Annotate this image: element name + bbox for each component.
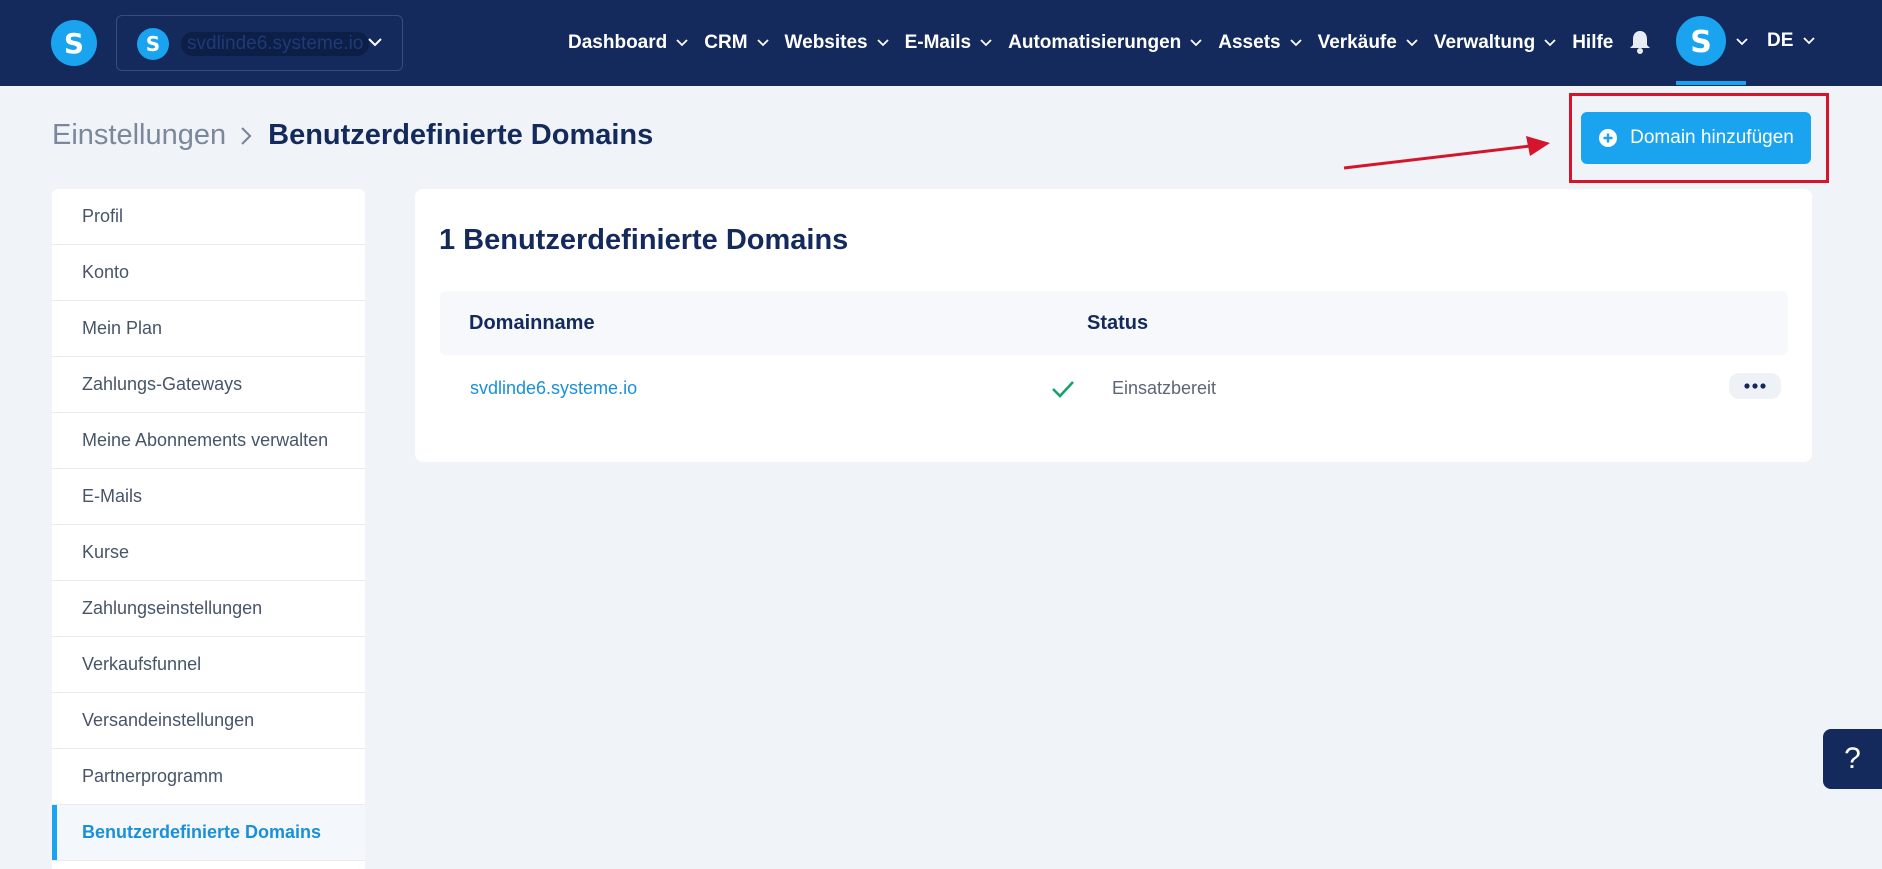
question-mark-icon: ? bbox=[1844, 742, 1861, 775]
sidebar-item-versandeinstellungen[interactable]: Versandeinstellungen bbox=[52, 693, 365, 749]
table-row: svdlinde6.systeme.io Einsatzbereit bbox=[440, 355, 1788, 423]
nav-label: Hilfe bbox=[1572, 32, 1614, 53]
chevron-down-icon bbox=[876, 39, 889, 47]
sidebar-item-konto[interactable]: Konto bbox=[52, 245, 365, 301]
nav-automatisierungen[interactable]: Automatisierungen bbox=[1008, 32, 1202, 54]
chevron-down-icon bbox=[1190, 39, 1202, 47]
sidebar-item-label: Konto bbox=[82, 262, 130, 282]
table-header: Domainname Status bbox=[440, 291, 1788, 355]
sidebar-item-label: Profil bbox=[82, 206, 124, 226]
systeme-logo-icon[interactable]: S bbox=[51, 20, 97, 66]
add-domain-button[interactable]: Domain hinzufügen bbox=[1581, 112, 1811, 164]
chevron-down-icon[interactable] bbox=[1736, 38, 1748, 46]
avatar[interactable]: S bbox=[1676, 16, 1726, 66]
sidebar-item-custom-domains[interactable]: Benutzerdefinierte Domains bbox=[52, 805, 365, 861]
site-selector[interactable]: S svdlinde6.systeme.io bbox=[116, 15, 403, 71]
bell-icon[interactable] bbox=[1628, 29, 1652, 55]
nav-websites[interactable]: Websites bbox=[785, 32, 889, 54]
sidebar-item-zahlungs-gateways[interactable]: Zahlungs-Gateways bbox=[52, 357, 365, 413]
sidebar-item-label: E-Mails bbox=[82, 486, 143, 506]
nav-verwaltung[interactable]: Verwaltung bbox=[1434, 32, 1556, 54]
plus-circle-icon bbox=[1599, 129, 1618, 147]
sidebar-item-verkaufsfunnel[interactable]: Verkaufsfunnel bbox=[52, 637, 365, 693]
site-name: svdlinde6.systeme.io bbox=[181, 32, 370, 56]
settings-sidebar: Profil Konto Mein Plan Zahlungs-Gateways… bbox=[52, 189, 365, 869]
more-options-button[interactable] bbox=[1729, 373, 1781, 399]
nav-label: CRM bbox=[704, 32, 748, 53]
status-text: Einsatzbereit bbox=[1112, 378, 1217, 398]
chevron-down-icon bbox=[676, 39, 688, 47]
language-selector[interactable]: DE bbox=[1767, 30, 1816, 52]
add-domain-label: Domain hinzufügen bbox=[1630, 127, 1794, 148]
column-header-status: Status bbox=[1087, 312, 1149, 334]
sidebar-item-label: Verkaufsfunnel bbox=[82, 654, 202, 674]
nav-assets[interactable]: Assets bbox=[1218, 32, 1302, 54]
sidebar-item-profil[interactable]: Profil bbox=[52, 189, 365, 245]
domain-link[interactable]: svdlinde6.systeme.io bbox=[470, 378, 637, 399]
card-title: 1 Benutzerdefinierte Domains bbox=[439, 224, 849, 256]
sidebar-item-label: Kurse bbox=[82, 542, 130, 562]
sidebar-item-emails[interactable]: E-Mails bbox=[52, 469, 365, 525]
sidebar-item-partnerprogramm[interactable]: Partnerprogramm bbox=[52, 749, 365, 805]
check-icon bbox=[1052, 381, 1074, 398]
avatar-active-indicator bbox=[1676, 81, 1746, 85]
sidebar-item-label: Partnerprogramm bbox=[82, 766, 224, 786]
sidebar-item-label: Meine Abonnements verwalten bbox=[82, 430, 329, 450]
nav-label: Assets bbox=[1218, 32, 1281, 53]
more-horizontal-icon bbox=[1744, 383, 1766, 389]
chevron-down-icon bbox=[756, 39, 769, 47]
nav-label: Dashboard bbox=[568, 32, 668, 53]
chevron-down-icon bbox=[1803, 37, 1816, 45]
svg-text:S: S bbox=[146, 33, 160, 55]
sidebar-item-zahlungseinstellungen[interactable]: Zahlungseinstellungen bbox=[52, 581, 365, 637]
svg-text:S: S bbox=[64, 28, 84, 58]
chevron-right-icon bbox=[241, 126, 252, 145]
nav-label: Websites bbox=[784, 32, 868, 53]
chevron-down-icon bbox=[980, 39, 992, 47]
annotation-arrow bbox=[1343, 136, 1550, 170]
nav-verkaeufe[interactable]: Verkäufe bbox=[1318, 32, 1418, 54]
nav-crm[interactable]: CRM bbox=[704, 32, 769, 54]
nav-dashboard[interactable]: Dashboard bbox=[568, 32, 688, 54]
sidebar-item-kurse[interactable]: Kurse bbox=[52, 525, 365, 581]
sidebar-item-label: Zahlungseinstellungen bbox=[82, 598, 263, 618]
nav-emails[interactable]: E-Mails bbox=[905, 32, 993, 54]
sidebar-item-label: Zahlungs-Gateways bbox=[82, 374, 243, 394]
sidebar-item-abonnements[interactable]: Meine Abonnements verwalten bbox=[52, 413, 365, 469]
breadcrumb-parent[interactable]: Einstellungen bbox=[52, 119, 226, 152]
nav-label: Verwaltung bbox=[1433, 32, 1536, 53]
chevron-down-icon bbox=[368, 38, 382, 47]
nav-hilfe[interactable]: Hilfe bbox=[1572, 32, 1613, 54]
breadcrumb: Einstellungen Benutzerdefinierte Domains bbox=[52, 119, 653, 152]
nav-label: E-Mails bbox=[904, 32, 972, 53]
sidebar-item-label: Benutzerdefinierte Domains bbox=[82, 822, 322, 842]
site-logo-icon: S bbox=[137, 28, 169, 60]
svg-text:S: S bbox=[1690, 25, 1712, 57]
chevron-down-icon bbox=[1289, 39, 1302, 47]
nav-label: Verkäufe bbox=[1317, 32, 1397, 53]
sidebar-item-label: Mein Plan bbox=[82, 318, 163, 338]
domains-card: 1 Benutzerdefinierte Domains Domainname … bbox=[415, 189, 1812, 462]
chevron-down-icon bbox=[1406, 39, 1418, 47]
column-header-domainname: Domainname bbox=[469, 312, 595, 334]
sidebar-item-label: Versandeinstellungen bbox=[82, 710, 255, 730]
page-title: Benutzerdefinierte Domains bbox=[268, 119, 654, 151]
sidebar-item-mein-plan[interactable]: Mein Plan bbox=[52, 301, 365, 357]
help-widget-button[interactable]: ? bbox=[1823, 729, 1882, 789]
nav-label: Automatisierungen bbox=[1008, 32, 1182, 53]
top-navigation-bar: S S svdlinde6.systeme.io Dashboard CRM W… bbox=[0, 0, 1882, 86]
chevron-down-icon bbox=[1544, 39, 1556, 47]
avatar-icon: S bbox=[1690, 25, 1712, 57]
language-label: DE bbox=[1767, 30, 1794, 51]
main-nav: Dashboard CRM Websites E-Mails Automatis… bbox=[568, 0, 1629, 86]
